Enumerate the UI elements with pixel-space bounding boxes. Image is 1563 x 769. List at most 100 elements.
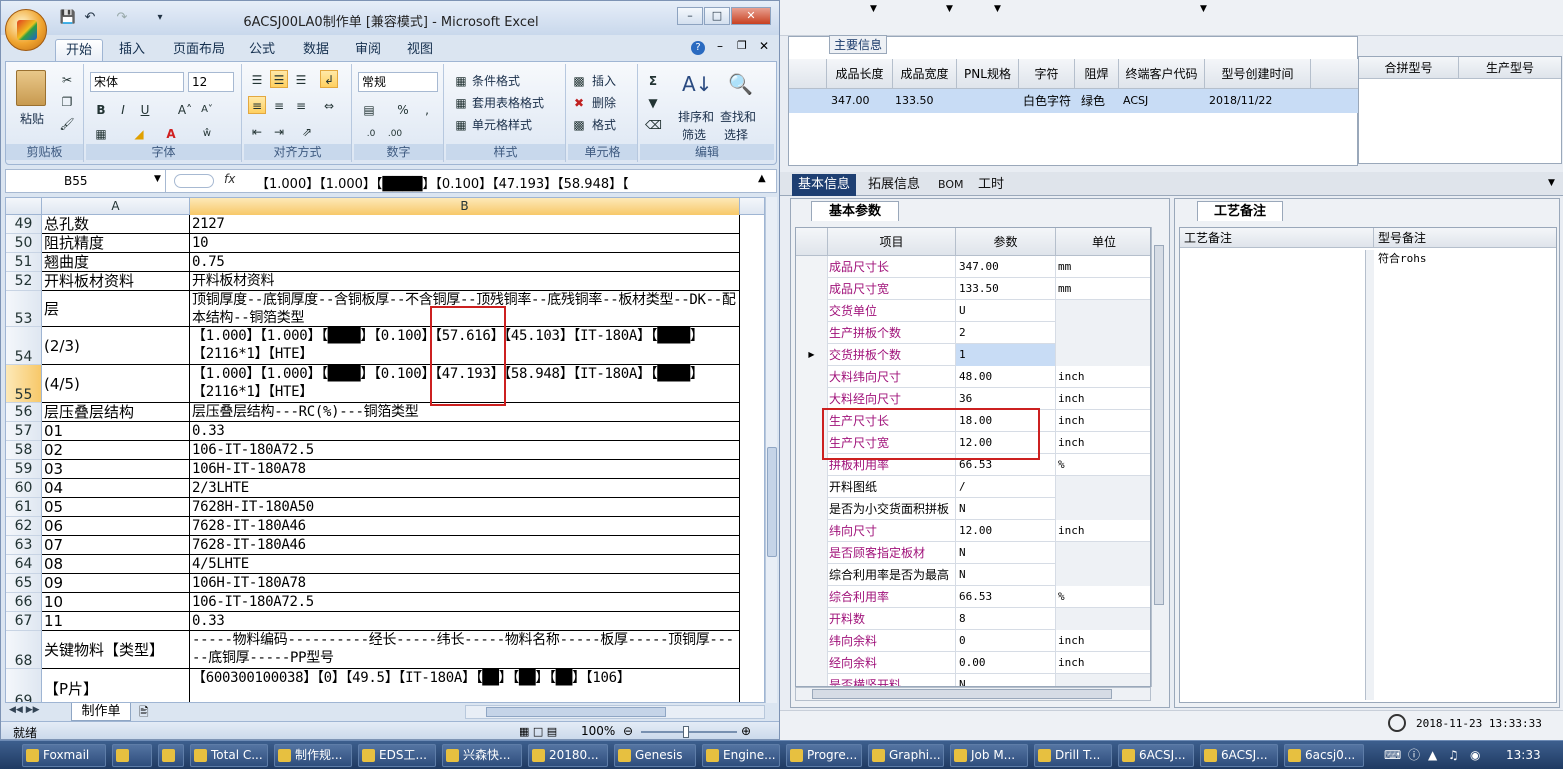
font-color-icon[interactable]: A bbox=[162, 124, 180, 142]
fx-icon[interactable]: fx bbox=[224, 172, 235, 186]
param-value[interactable]: 133.50 bbox=[956, 278, 1056, 300]
font-size-combo[interactable]: 12 bbox=[188, 72, 234, 92]
main-header-length[interactable]: 成品长度 bbox=[827, 59, 893, 89]
tab-data[interactable]: 数据 bbox=[293, 39, 339, 61]
comma-icon[interactable]: , bbox=[418, 100, 436, 118]
delete-cells-button[interactable]: 删除 bbox=[592, 94, 616, 111]
column-header-b[interactable]: B bbox=[190, 198, 740, 215]
cell-b[interactable]: 7628-IT-180A46 bbox=[190, 536, 740, 555]
process-remarks-tab[interactable]: 工艺备注 bbox=[1197, 201, 1283, 221]
param-value[interactable]: N bbox=[956, 542, 1056, 564]
fill-color-icon[interactable]: ◢ bbox=[130, 124, 148, 142]
vertical-scroll-thumb[interactable] bbox=[767, 447, 777, 557]
cell-b[interactable]: 【600300100038】【0】【49.5】【IT-180A】【██】【██】… bbox=[190, 669, 740, 702]
taskbar-item[interactable]: Drill T... bbox=[1034, 744, 1112, 767]
param-value[interactable]: 347.00 bbox=[956, 256, 1056, 278]
params-row[interactable]: 成品尺寸长 347.00 mm bbox=[796, 256, 1150, 278]
sheet-tab-active[interactable]: 制作单 bbox=[71, 703, 131, 721]
params-row[interactable]: 是否顾客指定板材 N bbox=[796, 542, 1150, 564]
cell-a[interactable]: 09 bbox=[42, 574, 190, 593]
params-row[interactable]: 综合利用率是否为最高 N bbox=[796, 564, 1150, 586]
horizontal-scroll-thumb[interactable] bbox=[486, 707, 666, 717]
taskbar-item[interactable]: EDS工... bbox=[358, 744, 436, 767]
name-box[interactable]: B55 bbox=[6, 170, 166, 192]
row-header[interactable]: 53 bbox=[6, 291, 42, 327]
param-value[interactable]: 12.00 bbox=[956, 520, 1056, 542]
taskbar-item[interactable]: Genesis bbox=[614, 744, 696, 767]
basic-params-tab[interactable]: 基本参数 bbox=[811, 201, 899, 221]
taskbar-item[interactable]: Foxmail bbox=[22, 744, 106, 767]
workbook-close-icon[interactable]: ✕ bbox=[759, 39, 769, 53]
params-header-unit[interactable]: 单位 bbox=[1056, 228, 1150, 256]
params-header-value[interactable]: 参数 bbox=[956, 228, 1056, 256]
cell-b[interactable]: 0.33 bbox=[190, 422, 740, 441]
taskbar-clock[interactable]: 13:33 bbox=[1506, 744, 1541, 767]
ribbon-minimize-icon[interactable]: – bbox=[717, 39, 723, 53]
cell-a[interactable]: 05 bbox=[42, 498, 190, 517]
cell-b[interactable]: 106-IT-180A72.5 bbox=[190, 441, 740, 460]
params-row[interactable]: 交货单位 U bbox=[796, 300, 1150, 322]
conditional-format-button[interactable]: 条件格式 bbox=[472, 72, 520, 89]
percent-icon[interactable]: % bbox=[394, 100, 412, 118]
tab-review[interactable]: 审阅 bbox=[345, 39, 391, 61]
zoom-level[interactable]: 100% bbox=[581, 724, 615, 738]
cell-b[interactable]: -----物料编码----------经长-----纬长-----物料名称---… bbox=[190, 631, 740, 669]
param-value[interactable]: 36 bbox=[956, 388, 1056, 410]
keyboard-icon[interactable]: ⌨ bbox=[1384, 744, 1401, 767]
row-selector[interactable] bbox=[796, 300, 828, 322]
params-row[interactable]: 综合利用率 66.53% bbox=[796, 586, 1150, 608]
currency-icon[interactable]: ▤ bbox=[360, 100, 378, 118]
param-value[interactable]: 0.00 bbox=[956, 652, 1056, 674]
params-row[interactable]: 经向余料 0.00 inch bbox=[796, 652, 1150, 674]
row-header[interactable]: 59 bbox=[6, 460, 42, 479]
param-value[interactable]: 0 bbox=[956, 630, 1056, 652]
align-center-icon[interactable]: ≡ bbox=[270, 96, 288, 114]
row-header[interactable]: 58 bbox=[6, 441, 42, 460]
save-icon[interactable]: 💾 bbox=[59, 10, 77, 26]
sort-button[interactable]: 排序和 bbox=[678, 108, 714, 125]
taskbar-item[interactable]: 20180... bbox=[528, 744, 608, 767]
zoom-slider-thumb[interactable] bbox=[683, 726, 689, 738]
redo-icon[interactable]: ↷ bbox=[113, 10, 131, 26]
align-middle-icon[interactable]: ☰ bbox=[270, 70, 288, 88]
row-header[interactable]: 65 bbox=[6, 574, 42, 593]
params-row[interactable]: 生产拼板个数 2 bbox=[796, 322, 1150, 344]
cell-b[interactable]: 106-IT-180A72.5 bbox=[190, 593, 740, 612]
main-selected-row[interactable] bbox=[789, 89, 1359, 113]
params-row[interactable]: ▶ 交货拼板个数 1 bbox=[796, 344, 1150, 366]
customize-qat-icon[interactable]: ▾ bbox=[151, 10, 169, 26]
clear-icon[interactable]: ⌫ bbox=[644, 115, 662, 133]
copy-icon[interactable]: ❐ bbox=[58, 92, 76, 110]
cell-b[interactable]: 0.33 bbox=[190, 612, 740, 631]
tab-page-layout[interactable]: 页面布局 bbox=[163, 39, 235, 61]
help-tray-icon[interactable]: ⓘ bbox=[1408, 744, 1420, 767]
param-value[interactable]: N bbox=[956, 674, 1056, 686]
taskbar-item[interactable]: 6ACSJ... bbox=[1118, 744, 1194, 767]
cell-a[interactable]: 层 bbox=[42, 291, 190, 327]
cell-a[interactable]: 04 bbox=[42, 479, 190, 498]
cell-a[interactable]: 开料板材资料 bbox=[42, 272, 190, 291]
select-all-corner[interactable] bbox=[6, 198, 42, 215]
cell-a[interactable]: (4/5) bbox=[42, 365, 190, 403]
taskbar-item[interactable]: 6ACSJ... bbox=[1200, 744, 1278, 767]
param-value[interactable]: 66.53 bbox=[956, 586, 1056, 608]
row-selector[interactable] bbox=[796, 476, 828, 498]
tab-extended-info[interactable]: 拓展信息 bbox=[862, 174, 926, 196]
tab-home[interactable]: 开始 bbox=[55, 39, 104, 61]
row-selector[interactable] bbox=[796, 498, 828, 520]
param-value[interactable]: N bbox=[956, 498, 1056, 520]
params-scroll-thumb[interactable] bbox=[1154, 245, 1164, 605]
row-header[interactable]: 61 bbox=[6, 498, 42, 517]
filter-button[interactable]: 筛选 bbox=[682, 126, 706, 143]
row-selector[interactable] bbox=[796, 256, 828, 278]
process-remark-textarea[interactable] bbox=[1182, 250, 1366, 700]
taskbar-item[interactable]: Graphi... bbox=[868, 744, 944, 767]
autosum-icon[interactable]: Σ bbox=[644, 71, 662, 89]
format-as-table-button[interactable]: 套用表格格式 bbox=[472, 94, 544, 111]
insert-cells-button[interactable]: 插入 bbox=[592, 72, 616, 89]
main-header-width[interactable]: 成品宽度 bbox=[893, 59, 957, 89]
row-header[interactable]: 55 bbox=[6, 365, 42, 403]
cell-a[interactable]: 01 bbox=[42, 422, 190, 441]
orientation-icon[interactable]: ⇗ bbox=[298, 122, 316, 140]
tab-formulas[interactable]: 公式 bbox=[239, 39, 285, 61]
